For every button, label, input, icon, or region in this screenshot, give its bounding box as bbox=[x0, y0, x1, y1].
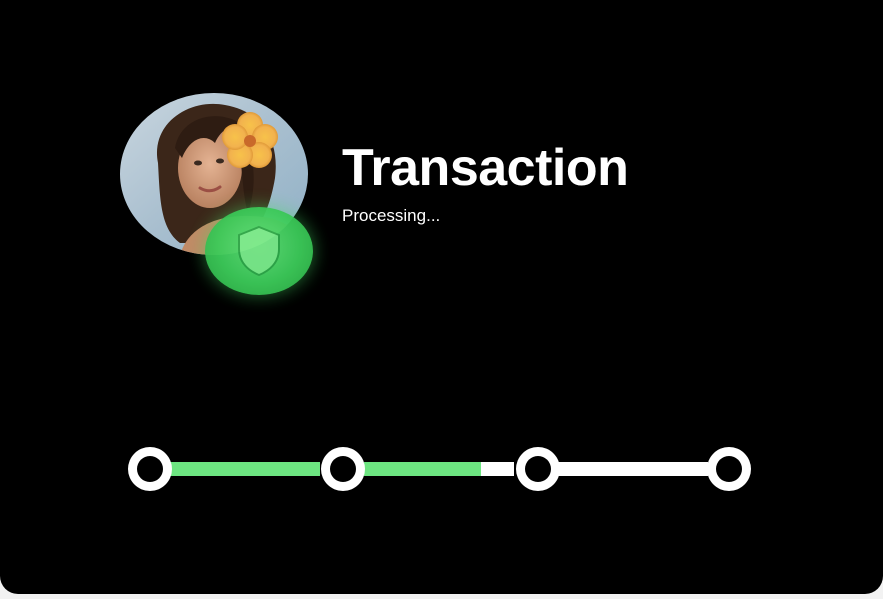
progress-stepper bbox=[0, 0, 883, 594]
page-title: Transaction bbox=[342, 139, 629, 197]
transaction-card: Transaction Processing... bbox=[0, 0, 883, 594]
step-node-3 bbox=[516, 447, 560, 491]
security-badge bbox=[205, 207, 313, 295]
step-node-4 bbox=[707, 447, 751, 491]
progress-connector-2 bbox=[364, 462, 514, 476]
status-text: Processing... bbox=[342, 206, 441, 225]
progress-connector-fill bbox=[364, 462, 481, 476]
progress-connector-fill bbox=[170, 462, 320, 476]
progress-connector-3 bbox=[558, 462, 708, 476]
shield-icon bbox=[238, 225, 280, 277]
step-node-2 bbox=[321, 447, 365, 491]
step-node-1 bbox=[128, 447, 172, 491]
progress-connector-1 bbox=[170, 462, 320, 476]
